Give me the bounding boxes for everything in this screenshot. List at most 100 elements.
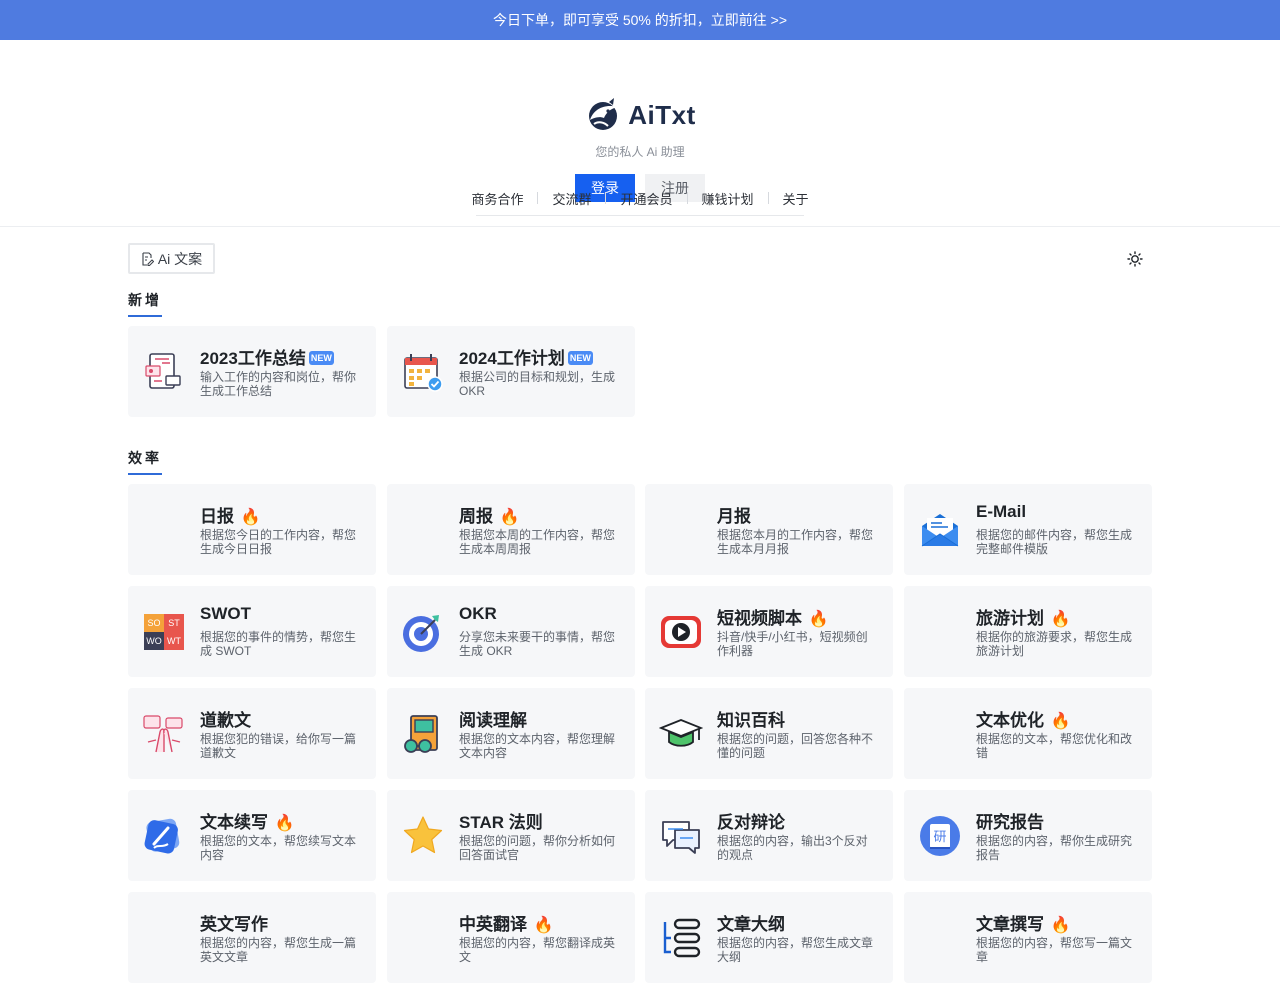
swot-wt-label: WT [167,636,181,646]
tool-card-title: 旅游计划 🔥 [976,609,1071,628]
tool-card-daily-report[interactable]: 日报 🔥 根据您今日的工作内容，帮您生成今日日报 [128,484,376,575]
brand-tagline: 您的私人 Ai 助理 [595,145,685,159]
rhino-logo-icon [589,98,618,130]
brand-name[interactable]: AiTxt [628,100,696,131]
tool-card-title: 中英翻译 🔥 [459,915,554,934]
tool-card-desc: 根据你的旅游要求，帮您生成旅游计划 [976,630,1133,658]
hot-fire-icon: 🔥 [1050,611,1071,628]
tool-card-title: 英文写作 [200,915,268,934]
tool-card-desc: 输入工作的内容和岗位，帮你生成工作总结 [200,370,357,398]
tool-card-desc: 根据您的问题，回答您各种不懂的问题 [717,732,874,760]
tool-card-desc: 根据您的邮件内容，帮您生成完整邮件模版 [976,528,1133,556]
chat-bubbles-icon [662,821,700,854]
promo-banner[interactable]: 今日下单，即可享受 50% 的折扣，立即前往 >> [0,0,1280,40]
tool-card-2023-summary[interactable]: 2023工作总结 NEW 输入工作的内容和岗位，帮你生成工作总结 [128,326,376,417]
tool-card-title: SWOT [200,604,251,623]
tool-card-title: 反对辩论 [717,813,785,832]
new-badge: NEW [567,351,593,365]
brand[interactable]: AiTxt [0,98,1280,132]
tool-card-title: 文本续写 🔥 [200,813,295,832]
tool-card-title: 研究报告 [976,813,1044,832]
top-nav-links: 商务合作 交流群 开通会员 赚钱计划 关于 [0,188,1280,208]
tool-card-title: 日报 🔥 [200,507,261,526]
tool-card-title: 短视频脚本 🔥 [717,609,829,628]
tool-card-desc: 抖音/快手/小红书，短视频创作利器 [717,630,868,658]
tool-card-desc: 根据您本周的工作内容，帮您生成本周周报 [459,528,616,556]
swot-grid-icon: SO ST WO WT [144,614,184,650]
tool-card-desc: 根据您犯的错误，给你写一篇道歉文 [200,732,357,760]
tool-card-desc: 分享您未来要干的事情，帮您生成 OKR [459,630,616,658]
research-glyph: 研 [933,830,946,845]
tool-card-translate[interactable]: 中英翻译 🔥 根据您的内容，帮您翻译成英文 [387,892,635,983]
tool-card-2024-plan[interactable]: 2024工作计划 NEW 根据公司的目标和规划，生成 OKR [387,326,635,417]
category-tag-label: Ai 文案 [157,250,203,267]
nav-about[interactable]: 关于 [769,189,823,208]
play-button-icon [661,616,701,648]
tool-card-title: E-Mail [976,502,1027,521]
tool-card-outline[interactable]: 文章大纲 根据您的内容，帮您生成文章大纲 [645,892,893,983]
category-tag[interactable]: Ai 文案 [128,243,215,274]
tool-card-text-continue[interactable]: 文本续写 🔥 根据您的文本，帮您续写文本内容 [128,790,376,881]
tool-card-weekly-report[interactable]: 周报 🔥 根据您本周的工作内容，帮您生成本周周报 [387,484,635,575]
tool-card-desc: 根据您的问题，帮你分析如何回答面试官 [459,834,616,862]
tool-card-debate[interactable]: 反对辩论 根据您的内容，输出3个反对的观点 [645,790,893,881]
new-badge: NEW [308,351,334,365]
tool-card-desc: 根据您的内容，帮你生成研究报告 [976,834,1133,862]
nav-business[interactable]: 商务合作 [457,189,537,208]
hot-fire-icon: 🔥 [274,815,295,832]
header-divider [476,215,804,216]
tool-card-research-report[interactable]: 研 研究报告 根据您的内容，帮你生成研究报告 [904,790,1152,881]
nav-earn-plan[interactable]: 赚钱计划 [688,189,768,208]
tool-card-title: 月报 [717,507,751,526]
outline-list-icon [663,918,701,958]
edit-doc-icon [142,251,154,266]
tool-card-desc: 根据您今日的工作内容，帮您生成今日日报 [200,528,357,556]
graduation-cap-icon [659,719,703,747]
tool-card-desc: 根据您的文本，帮您优化和改错 [976,732,1133,760]
swot-so-label: SO [147,618,160,628]
swot-wo-label: WO [146,636,162,646]
tool-card-title: 文章大纲 [717,915,785,934]
tool-card-reading-comprehension[interactable]: 阅读理解 根据您的文本内容，帮您理解文本内容 [387,688,635,779]
tool-card-desc: 根据公司的目标和规划，生成 OKR [459,370,616,398]
tool-card-knowledge[interactable]: 知识百科 根据您的问题，回答您各种不懂的问题 [645,688,893,779]
tool-card-swot[interactable]: SO ST WO WT SWOT 根据您的事件的情势，帮您生成 SWOT [128,586,376,677]
book-glasses-icon [404,715,438,753]
tool-card-title: 道歉文 [200,711,251,730]
promo-banner-text[interactable]: 今日下单，即可享受 50% 的折扣，立即前往 >> [493,10,787,30]
hot-fire-icon: 🔥 [499,509,520,526]
section-title-efficiency: 效率 [128,448,162,475]
calendar-check-icon [404,354,443,392]
tool-card-article-writing[interactable]: 文章撰写 🔥 根据您的内容，帮您写一篇文章 [904,892,1152,983]
tool-card-apology[interactable]: 道歉文 根据您犯的错误，给你写一篇道歉文 [128,688,376,779]
hot-fire-icon: 🔥 [1050,713,1071,730]
theme-toggle-sun-icon[interactable] [1127,251,1143,267]
hot-fire-icon: 🔥 [1050,917,1071,934]
tool-card-english-writing[interactable]: 英文写作 根据您的内容，帮您生成一篇英文文章 [128,892,376,983]
tool-card-title: 2024工作计划 NEW [459,349,593,368]
section-title-new: 新增 [128,290,162,317]
nav-membership[interactable]: 开通会员 [606,189,686,208]
envelope-icon [921,514,959,547]
hot-fire-icon: 🔥 [808,611,829,628]
tool-card-desc: 根据您的内容，输出3个反对的观点 [717,834,868,862]
tool-card-title: STAR 法则 [459,813,543,832]
tool-card-title: 阅读理解 [459,711,527,730]
tool-card-text-optimize[interactable]: 文本优化 🔥 根据您的文本，帮您优化和改错 [904,688,1152,779]
tool-card-title: 文章撰写 🔥 [976,915,1071,934]
pen-card-icon [144,818,180,854]
tool-card-title: 文本优化 🔥 [976,711,1071,730]
tool-card-title: 2023工作总结 NEW [200,349,334,368]
report-doc-icon [145,353,181,389]
tool-card-okr[interactable]: OKR 分享您未来要干的事情，帮您生成 OKR [387,586,635,677]
tool-card-travel-plan[interactable]: 旅游计划 🔥 根据你的旅游要求，帮您生成旅游计划 [904,586,1152,677]
tool-card-short-video-script[interactable]: 短视频脚本 🔥 抖音/快手/小红书，短视频创作利器 [645,586,893,677]
tool-card-title: OKR [459,604,497,623]
nav-community[interactable]: 交流群 [538,189,605,208]
tool-card-monthly-report[interactable]: 月报 根据您本月的工作内容，帮您生成本月月报 [645,484,893,575]
tool-card-star-method[interactable]: STAR 法则 根据您的问题，帮你分析如何回答面试官 [387,790,635,881]
research-book-icon: 研 [920,816,960,856]
hot-fire-icon: 🔥 [240,509,261,526]
tool-card-title: 知识百科 [717,711,785,730]
tool-card-email[interactable]: E-Mail 根据您的邮件内容，帮您生成完整邮件模版 [904,484,1152,575]
